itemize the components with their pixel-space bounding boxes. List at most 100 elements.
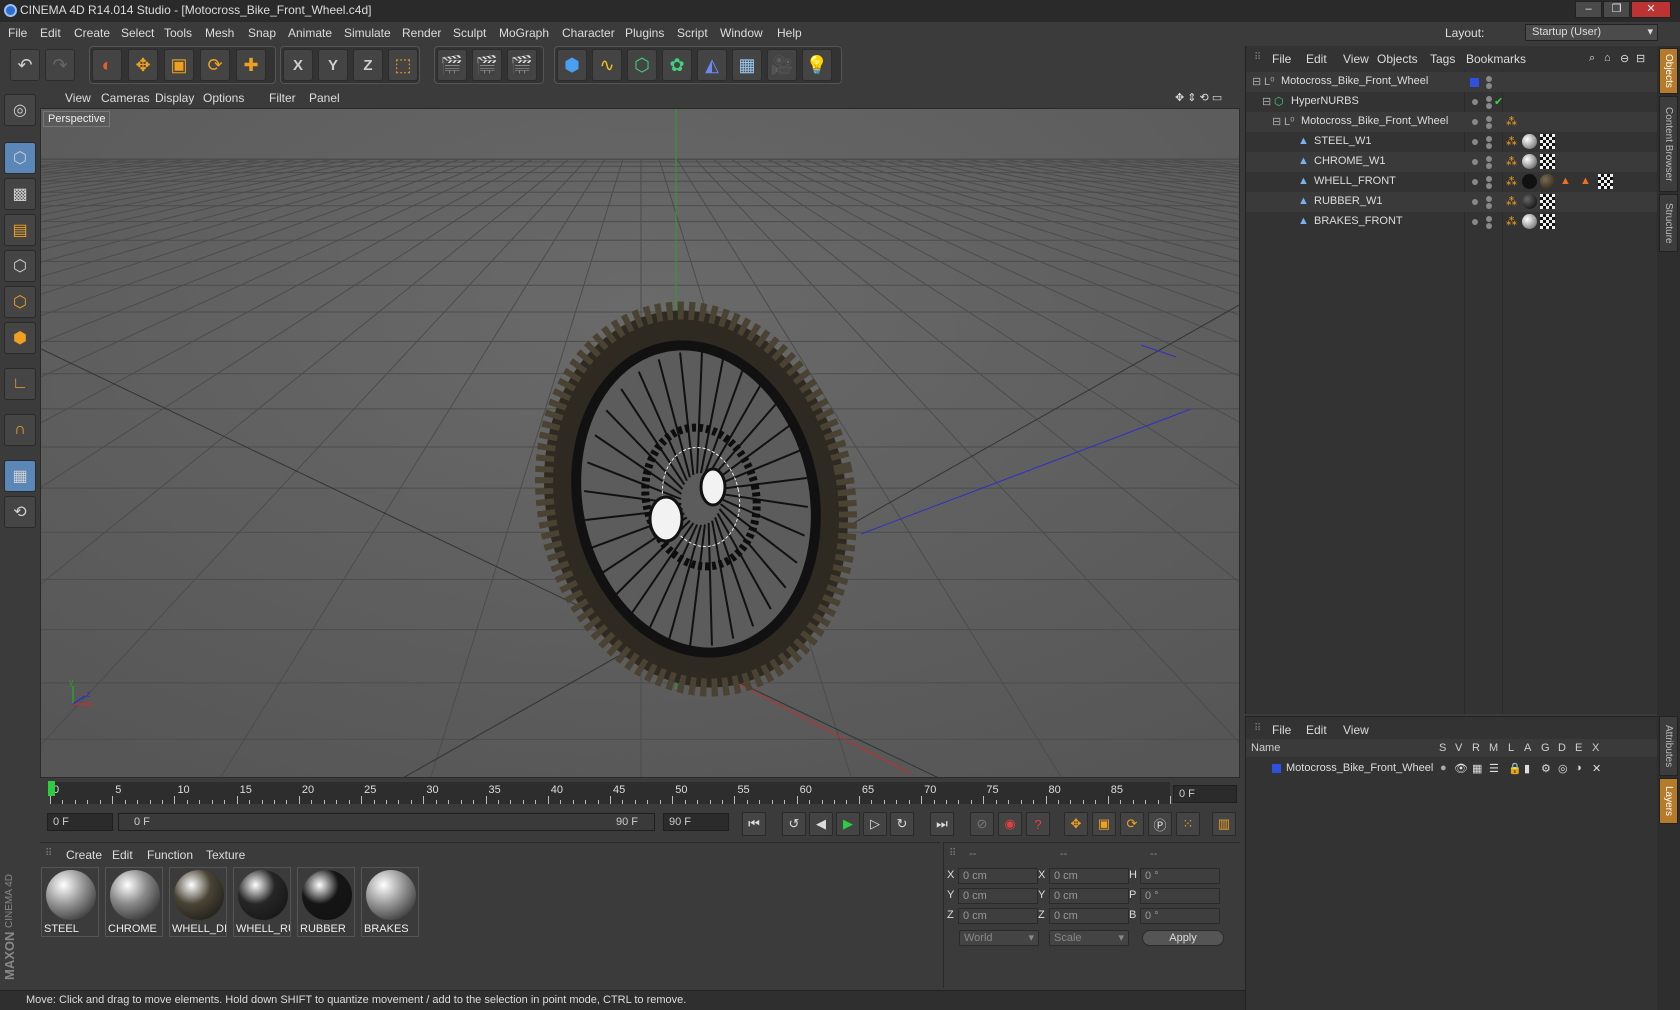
menu-mesh[interactable]: Mesh <box>205 26 234 40</box>
layer-menu-file[interactable]: File <box>1272 723 1291 737</box>
menu-character[interactable]: Character <box>562 26 615 40</box>
menu-script[interactable]: Script <box>677 26 708 40</box>
add-tool-button[interactable]: ✚ <box>236 49 266 81</box>
menu-window[interactable]: Window <box>720 26 763 40</box>
layout-select[interactable]: Startup (User) ▾ <box>1525 24 1658 41</box>
solo-icon[interactable]: ● <box>1440 762 1447 774</box>
object-row[interactable]: ⊟ L⁰ Motocross_Bike_Front_Wheel <box>1246 72 1658 92</box>
size-z-field[interactable]: 0 cm <box>1049 908 1129 924</box>
rotate-tool-button[interactable]: ⟳ <box>200 49 230 81</box>
lock-icon[interactable]: 🔒 <box>1508 762 1522 775</box>
light-button[interactable]: 💡 <box>802 49 832 81</box>
manager-icon[interactable]: ☰ <box>1489 762 1499 775</box>
menu-mograph[interactable]: MoGraph <box>499 26 549 40</box>
goto-start-button[interactable]: ⏮ <box>742 812 766 836</box>
phong-tag-icon[interactable]: ⁂ <box>1506 135 1517 148</box>
locked-workplane-button[interactable]: ⟲ <box>4 496 36 528</box>
expressions-icon[interactable]: ◑ <box>1575 762 1582 774</box>
object-row[interactable]: ▲ RUBBER_W1 ⁂ <box>1246 192 1658 212</box>
layer-menu-edit[interactable]: Edit <box>1306 723 1327 737</box>
material-tag-icon[interactable] <box>1522 154 1537 169</box>
key-position-button[interactable]: ✥ <box>1064 812 1088 836</box>
rotation-p-field[interactable]: 0 ° <box>1140 888 1220 904</box>
redo-button[interactable]: ↷ <box>45 49 75 81</box>
object-menu-edit[interactable]: Edit <box>1306 52 1327 66</box>
axis-mode-button[interactable]: ∟ <box>4 368 36 400</box>
position-x-field[interactable]: 0 cm <box>958 868 1038 884</box>
object-row[interactable]: ⊟ ⬡ HyperNURBS ✔ <box>1246 92 1658 112</box>
material-tag-icon[interactable] <box>1540 174 1555 189</box>
object-row[interactable]: ▲ STEEL_W1 ⁂ <box>1246 132 1658 152</box>
workplane-lock-button[interactable]: ▦ <box>4 460 36 492</box>
goto-previous-key-button[interactable]: ↺ <box>782 812 806 836</box>
menu-tools[interactable]: Tools <box>164 26 192 40</box>
object-row[interactable]: ▲ CHROME_W1 ⁂ <box>1246 152 1658 172</box>
rotation-b-field[interactable]: 0 ° <box>1140 908 1220 924</box>
layer-color-swatch[interactable] <box>1272 764 1281 773</box>
y-axis-button[interactable]: Y <box>318 49 348 81</box>
timeline-window-button[interactable]: ▥ <box>1212 812 1236 836</box>
material-swatch[interactable]: BRAKES <box>361 867 419 937</box>
live-selection-button[interactable]: ◐ <box>92 49 122 81</box>
viewport-menu-cameras[interactable]: Cameras <box>101 91 150 105</box>
next-frame-button[interactable]: ▷ <box>863 812 887 836</box>
deformers-icon[interactable]: ◎ <box>1558 762 1568 775</box>
z-axis-button[interactable]: Z <box>353 49 383 81</box>
play-button[interactable]: ▶ <box>836 812 860 836</box>
uvw-tag-icon[interactable] <box>1540 154 1555 169</box>
xref-icon[interactable]: ✕ <box>1592 762 1601 775</box>
undo-button[interactable]: ↶ <box>10 49 40 81</box>
viewport-menu-display[interactable]: Display <box>155 91 194 105</box>
menu-animate[interactable]: Animate <box>288 26 332 40</box>
object-row[interactable]: ▲ WHELL_FRONT ⁂ ▲ ▲ <box>1246 172 1658 192</box>
visible-eye-icon[interactable]: 👁 <box>1454 762 1468 775</box>
material-swatch[interactable]: RUBBER <box>297 867 355 937</box>
object-menu-objects[interactable]: Objects <box>1377 52 1418 66</box>
uvw-tag-icon[interactable] <box>1598 174 1613 189</box>
timeline-playhead[interactable] <box>48 781 55 796</box>
range-slider[interactable]: 0 F 90 F <box>118 813 655 831</box>
autokey-button[interactable]: ◉ <box>998 812 1022 836</box>
rotation-h-field[interactable]: 0 ° <box>1140 868 1220 884</box>
uvw-tag-icon[interactable] <box>1540 214 1555 229</box>
x-axis-button[interactable]: X <box>283 49 313 81</box>
uvw-tag-icon[interactable] <box>1540 134 1555 149</box>
material-tag-icon[interactable] <box>1522 134 1537 149</box>
tab-structure[interactable]: Structure <box>1659 194 1678 252</box>
viewport-menu-filter[interactable]: Filter <box>269 91 296 105</box>
render-view-button[interactable]: 🎬 <box>437 49 467 81</box>
polygons-mode-button[interactable]: ⬢ <box>4 322 36 354</box>
size-x-field[interactable]: 0 cm <box>1049 868 1129 884</box>
timeline-ruler[interactable]: 051015202530354045505560657075808590 <box>50 782 1185 804</box>
viewport-menu-options[interactable]: Options <box>203 91 244 105</box>
uvw-tag-icon[interactable] <box>1540 194 1555 209</box>
material-menu-edit[interactable]: Edit <box>112 848 133 862</box>
menu-select[interactable]: Select <box>121 26 154 40</box>
layer-menu-view[interactable]: View <box>1343 723 1369 737</box>
material-menu-texture[interactable]: Texture <box>206 848 245 862</box>
new-window-icon[interactable]: ⊟ <box>1636 52 1645 65</box>
menu-simulate[interactable]: Simulate <box>344 26 391 40</box>
menu-render[interactable]: Render <box>402 26 441 40</box>
menu-edit[interactable]: Edit <box>40 26 61 40</box>
start-frame-field[interactable]: 0 F <box>47 813 113 831</box>
menu-sculpt[interactable]: Sculpt <box>453 26 486 40</box>
object-menu-view[interactable]: View <box>1343 52 1369 66</box>
deformer-button[interactable]: ◭ <box>697 49 727 81</box>
perspective-viewport[interactable]: Perspective y z x <box>40 108 1240 778</box>
nurbs-button[interactable]: ⬡ <box>627 49 657 81</box>
keyframe-selection-button[interactable]: ? <box>1026 812 1050 836</box>
position-y-field[interactable]: 0 cm <box>958 888 1038 904</box>
material-menu-function[interactable]: Function <box>147 848 193 862</box>
material-swatch[interactable]: STEEL <box>41 867 99 937</box>
scale-tool-button[interactable]: ▣ <box>164 49 194 81</box>
selection-tag-icon[interactable]: ▲ <box>1560 175 1571 187</box>
animation-icon[interactable]: ▮ <box>1524 762 1530 775</box>
tab-content-browser[interactable]: Content Browser <box>1659 96 1678 192</box>
current-frame-field[interactable]: 0 F <box>1173 785 1237 803</box>
tab-layers[interactable]: Layers <box>1659 778 1678 824</box>
render-icon[interactable]: ▦ <box>1472 762 1482 775</box>
viewport-menu-view[interactable]: View <box>65 91 91 105</box>
selection-tag-icon[interactable]: ▲ <box>1580 175 1591 187</box>
model-mode-button[interactable]: ⬡ <box>4 142 36 174</box>
